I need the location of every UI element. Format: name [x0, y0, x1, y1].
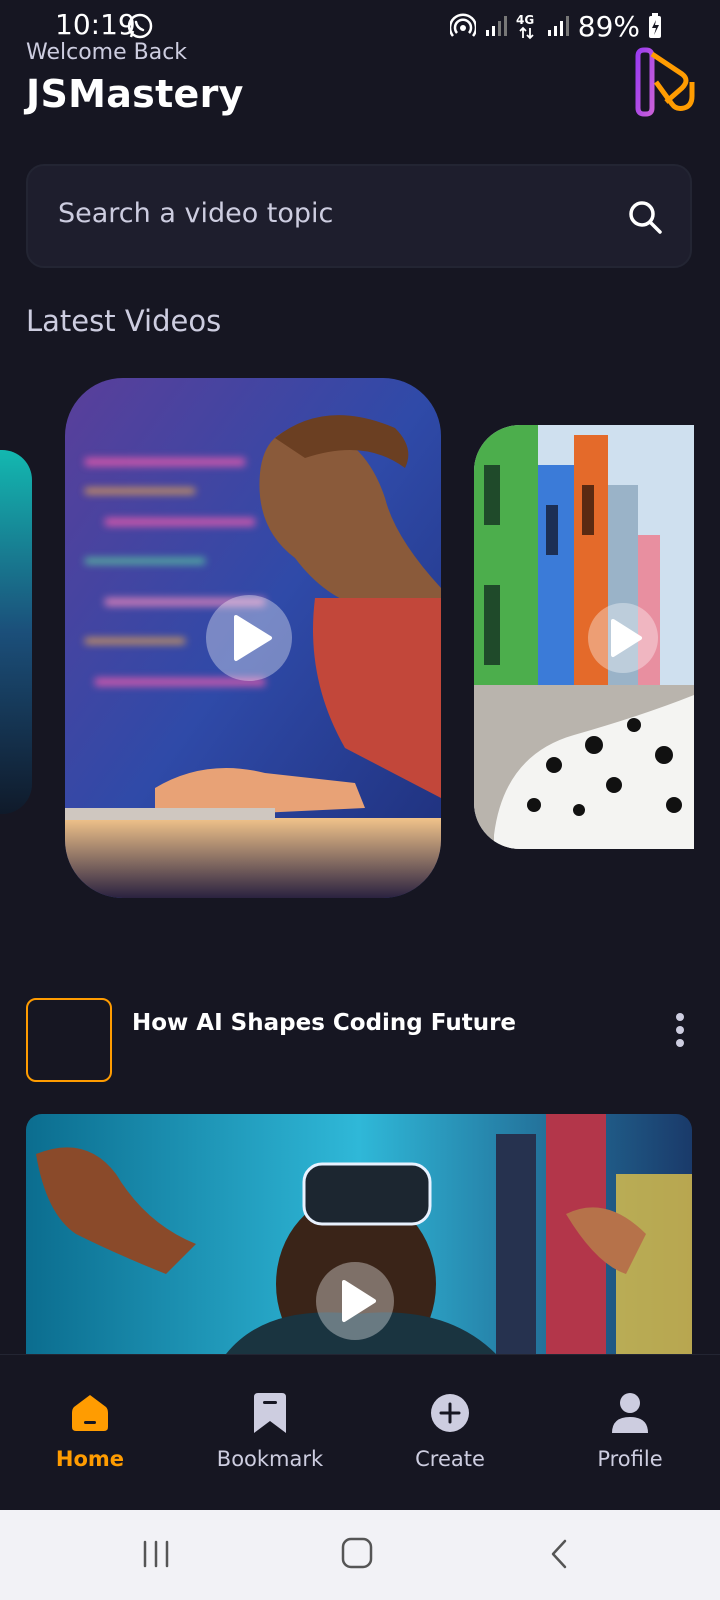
plus-circle-icon [431, 1394, 469, 1432]
signal-icon [485, 16, 507, 36]
whatsapp-icon [127, 13, 153, 39]
tab-home[interactable]: Home [0, 1355, 180, 1511]
more-options-icon[interactable] [674, 1012, 686, 1048]
app-logo-icon [635, 47, 695, 117]
video-thumbnail [0, 450, 32, 814]
tab-label: Profile [597, 1447, 663, 1471]
search-icon[interactable] [626, 198, 664, 236]
welcome-text: Welcome Back [26, 40, 188, 65]
creator-avatar[interactable] [26, 998, 112, 1082]
svg-text:4G: 4G [516, 13, 534, 27]
play-button[interactable] [316, 1262, 394, 1340]
tab-create[interactable]: Create [360, 1355, 540, 1511]
tab-label: Home [55, 1447, 125, 1471]
tab-profile[interactable]: Profile [540, 1355, 720, 1511]
recent-apps-icon[interactable] [140, 1538, 172, 1570]
trending-video-card-center[interactable] [65, 378, 441, 898]
play-icon [611, 619, 642, 657]
play-button[interactable] [206, 595, 292, 681]
back-icon[interactable] [545, 1538, 575, 1570]
search-placeholder: Search a video topic [58, 198, 334, 229]
system-navigation-bar [0, 1510, 720, 1600]
trending-video-card-right[interactable] [474, 425, 694, 849]
status-time: 10:19 [55, 8, 136, 41]
battery-percentage: 89% [577, 9, 640, 43]
username-title: JSMastery [26, 72, 244, 116]
video-title: How AI Shapes Coding Future [132, 1010, 517, 1036]
video-card[interactable]: How AI Shapes Coding Future [26, 998, 692, 1084]
tab-label: Bookmark [216, 1447, 324, 1471]
play-icon [342, 1280, 376, 1322]
home-nav-icon[interactable] [340, 1536, 374, 1570]
trending-video-card-left[interactable] [0, 450, 32, 814]
status-icons: 4G 89% [449, 8, 662, 44]
signal-icon-2 [547, 16, 569, 36]
battery-icon [649, 13, 661, 38]
bottom-tab-bar: Home Bookmark Create Profile [0, 1354, 720, 1511]
video-thumbnail-large[interactable] [26, 1114, 692, 1354]
latest-videos-heading: Latest Videos [26, 304, 222, 338]
tab-bookmark[interactable]: Bookmark [180, 1355, 360, 1511]
tab-label: Create [415, 1447, 485, 1471]
bookmark-icon [254, 1393, 286, 1433]
profile-icon [612, 1393, 648, 1433]
hotspot-icon [449, 13, 476, 37]
search-input[interactable]: Search a video topic [26, 164, 692, 268]
home-icon [72, 1395, 108, 1431]
play-icon [234, 615, 272, 661]
video-thumbnail [474, 425, 694, 849]
network-4g-icon: 4G [516, 13, 534, 40]
play-button[interactable] [588, 603, 658, 673]
